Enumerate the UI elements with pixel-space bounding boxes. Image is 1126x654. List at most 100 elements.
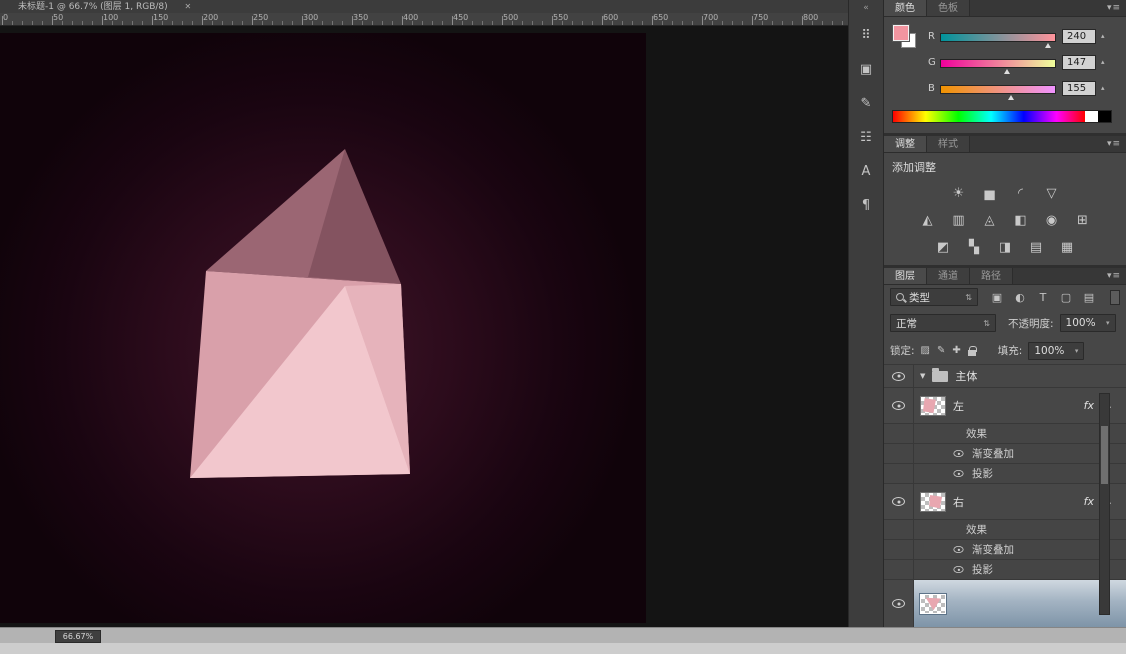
filter-pixel-layers-icon[interactable]: ▣: [990, 291, 1004, 304]
eye-icon[interactable]: [892, 497, 905, 506]
hue-saturation-icon[interactable]: ▥: [950, 211, 968, 231]
brightness-contrast-icon[interactable]: ☀: [950, 184, 968, 204]
lock-transparent-icon[interactable]: ▨: [921, 345, 930, 356]
layer-name[interactable]: 右: [953, 494, 964, 510]
tab-layers[interactable]: 图层: [884, 268, 927, 284]
red-slider[interactable]: [940, 33, 1056, 48]
layer-filter-type-dropdown[interactable]: 类型 ⇅: [890, 288, 978, 306]
tab-paths[interactable]: 路径: [970, 268, 1013, 284]
layer-row-right[interactable]: 右 fx ▴: [884, 484, 1126, 520]
collapse-dock-icon[interactable]: «: [853, 2, 879, 14]
group-expand-icon[interactable]: ▼: [920, 372, 925, 380]
black-white-icon[interactable]: ◧: [1012, 211, 1030, 231]
eye-icon[interactable]: [953, 565, 964, 574]
effect-row-gradient-overlay[interactable]: 渐变叠加: [884, 540, 1126, 560]
blend-mode-dropdown[interactable]: 正常 ⇅: [890, 314, 996, 332]
lock-move-icon[interactable]: ✚: [952, 345, 960, 356]
panel-menu-icon[interactable]: ▾≡: [1107, 3, 1121, 13]
close-icon[interactable]: ✕: [185, 2, 192, 11]
curves-icon[interactable]: ◜: [1012, 184, 1030, 204]
opacity-dropdown[interactable]: 100% ▾: [1059, 314, 1116, 332]
effect-row-drop-shadow[interactable]: 投影: [884, 560, 1126, 580]
green-value-field[interactable]: 147: [1062, 55, 1096, 70]
threshold-icon[interactable]: ◨: [996, 238, 1014, 258]
eye-icon[interactable]: [953, 545, 964, 554]
tab-channels[interactable]: 通道: [927, 268, 970, 284]
filter-smart-objects-icon[interactable]: ▤: [1082, 291, 1096, 304]
fill-dropdown[interactable]: 100% ▾: [1028, 341, 1085, 360]
vibrance-icon[interactable]: ◭: [919, 211, 937, 231]
ruler[interactable]: 0 50 100 150 200 250 300 350 400 450 500 550 600 650 7…: [0, 13, 848, 26]
blue-slider[interactable]: [940, 85, 1056, 100]
filter-type-layers-icon[interactable]: T: [1036, 291, 1050, 304]
color-spectrum-ramp[interactable]: [892, 110, 1112, 123]
green-slider[interactable]: [940, 59, 1056, 74]
levels-icon[interactable]: ▅: [981, 184, 999, 204]
brush-presets-panel-icon[interactable]: ⠿: [853, 22, 879, 48]
visibility-cell[interactable]: [884, 365, 914, 387]
panel-menu-icon[interactable]: ▾≡: [1107, 139, 1121, 149]
status-bar[interactable]: 66.67%: [0, 627, 1126, 654]
layer-row-left[interactable]: 左 fx ▴: [884, 388, 1126, 424]
invert-icon[interactable]: ◩: [934, 238, 952, 258]
layer-thumbnail[interactable]: [920, 491, 946, 512]
visibility-cell[interactable]: [884, 580, 914, 627]
tab-adjustments[interactable]: 调整: [884, 136, 927, 152]
histogram-panel-icon[interactable]: ☷: [853, 124, 879, 150]
green-stepper-icon[interactable]: ▴: [1101, 58, 1105, 66]
blue-stepper-icon[interactable]: ▴: [1101, 84, 1105, 92]
filter-shape-layers-icon[interactable]: ▢: [1059, 291, 1073, 304]
layers-scrollbar[interactable]: [1099, 393, 1110, 615]
tool-presets-panel-icon[interactable]: ✎: [853, 90, 879, 116]
lock-all-icon[interactable]: [967, 346, 977, 356]
exposure-icon[interactable]: ▽: [1043, 184, 1061, 204]
selected-layer-row[interactable]: [884, 580, 1126, 627]
effect-name[interactable]: 投影: [972, 466, 993, 481]
red-value-field[interactable]: 240: [1062, 29, 1096, 44]
layers-scrollbar-thumb[interactable]: [1101, 426, 1108, 484]
effect-row-drop-shadow[interactable]: 投影: [884, 464, 1126, 484]
effect-name[interactable]: 渐变叠加: [972, 542, 1014, 557]
character-panel-icon[interactable]: A: [853, 158, 879, 184]
paragraph-panel-icon[interactable]: ¶: [853, 192, 879, 218]
photo-filter-icon[interactable]: ◉: [1043, 211, 1061, 231]
clone-source-panel-icon[interactable]: ▣: [853, 56, 879, 82]
effect-name[interactable]: 渐变叠加: [972, 446, 1014, 461]
filter-adjustment-layers-icon[interactable]: ◐: [1013, 291, 1027, 304]
eye-icon[interactable]: [953, 449, 964, 458]
lock-paint-icon[interactable]: ✎: [937, 345, 945, 356]
eye-icon[interactable]: [953, 469, 964, 478]
fx-badge[interactable]: fx: [1084, 495, 1094, 508]
layer-group-row[interactable]: ▼ 主体: [884, 365, 1126, 388]
eye-icon[interactable]: [892, 401, 905, 410]
visibility-cell[interactable]: [884, 484, 914, 519]
blue-slider-thumb[interactable]: [1007, 95, 1014, 100]
selective-color-icon[interactable]: ▦: [1058, 238, 1076, 258]
color-balance-icon[interactable]: ◬: [981, 211, 999, 231]
eye-icon[interactable]: [892, 599, 905, 608]
gradient-map-icon[interactable]: ▤: [1027, 238, 1045, 258]
selected-layer-thumbnail[interactable]: [920, 593, 946, 614]
document-canvas[interactable]: [0, 33, 646, 623]
filter-switch-toggle[interactable]: [1110, 289, 1120, 305]
zoom-level-field[interactable]: 66.67%: [55, 630, 101, 643]
posterize-icon[interactable]: ▚: [965, 238, 983, 258]
visibility-cell[interactable]: [884, 388, 914, 423]
tab-swatches[interactable]: 色板: [927, 0, 970, 16]
tab-styles[interactable]: 样式: [927, 136, 970, 152]
group-name[interactable]: 主体: [955, 368, 977, 384]
blue-value-field[interactable]: 155: [1062, 81, 1096, 96]
red-slider-thumb[interactable]: [1045, 43, 1052, 48]
ruler-label: 650: [653, 13, 669, 22]
layer-thumbnail[interactable]: [920, 395, 946, 416]
effect-row-gradient-overlay[interactable]: 渐变叠加: [884, 444, 1126, 464]
layer-name[interactable]: 左: [953, 398, 964, 414]
effect-name[interactable]: 投影: [972, 562, 993, 577]
channel-mixer-icon[interactable]: ⊞: [1074, 211, 1092, 231]
red-stepper-icon[interactable]: ▴: [1101, 32, 1105, 40]
panel-menu-icon[interactable]: ▾≡: [1107, 271, 1121, 281]
green-slider-thumb[interactable]: [1004, 69, 1011, 74]
eye-icon[interactable]: [892, 371, 905, 381]
fx-badge[interactable]: fx: [1084, 399, 1094, 412]
tab-color[interactable]: 颜色: [884, 0, 927, 16]
